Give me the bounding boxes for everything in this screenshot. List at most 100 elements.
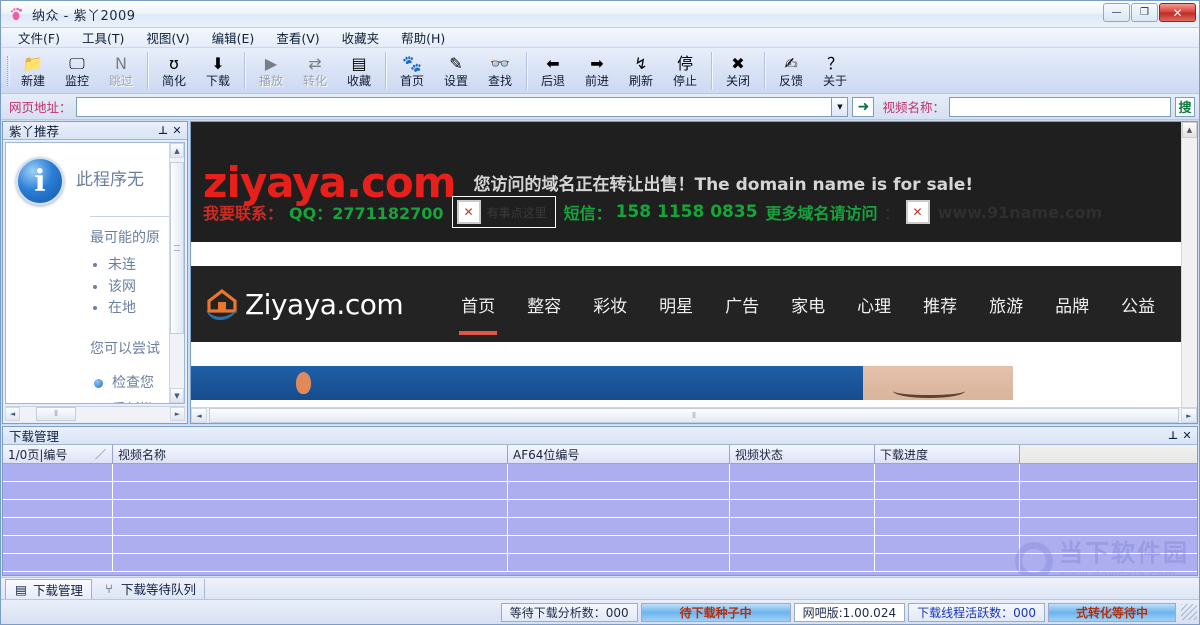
pin-icon[interactable]: ⊥ bbox=[156, 124, 170, 138]
scroll-thumb[interactable] bbox=[170, 162, 184, 334]
bh-thumb[interactable]: ⦀ bbox=[209, 408, 1179, 423]
site-nav-item-5[interactable]: 家电 bbox=[775, 286, 841, 323]
search-button[interactable]: 搜 bbox=[1175, 96, 1195, 117]
toolbar-button-simplify[interactable]: ʊ 简化 bbox=[152, 48, 196, 93]
menu-inspect[interactable]: 查看(V) bbox=[265, 27, 330, 48]
toolbar-button-label: 查找 bbox=[487, 74, 512, 89]
scroll-right-icon[interactable]: ► bbox=[1181, 408, 1197, 423]
toolbar-button-label: 首页 bbox=[399, 74, 424, 89]
tab-download-queue[interactable]: ⑂ 下载等待队列 bbox=[94, 578, 206, 599]
site-nav-item-9[interactable]: 品牌 bbox=[1039, 286, 1105, 323]
toolbar-button-home[interactable]: 🐾 首页 bbox=[390, 48, 434, 93]
table-cell bbox=[508, 482, 730, 499]
table-column-header-0[interactable]: 1/0页|编号 ／ bbox=[3, 445, 113, 463]
pin-icon[interactable]: ⊥ bbox=[1166, 429, 1180, 443]
bh-track[interactable]: ⦀ bbox=[207, 408, 1181, 423]
close-icon[interactable]: ✕ bbox=[1180, 429, 1194, 443]
minimize-button[interactable]: — bbox=[1103, 3, 1130, 22]
scroll-left-icon[interactable]: ◄ bbox=[5, 407, 20, 421]
ad-sms-number: 158 1158 0835 bbox=[615, 202, 758, 222]
table-cell bbox=[3, 518, 113, 535]
toolbar-button-label: 设置 bbox=[443, 74, 468, 89]
scroll-down-icon[interactable]: ▼ bbox=[170, 388, 184, 403]
site-nav-item-10[interactable]: 公益 bbox=[1105, 286, 1171, 323]
site-nav-item-3[interactable]: 明星 bbox=[643, 286, 709, 323]
close-button[interactable]: ✕ bbox=[1159, 3, 1196, 22]
table-column-header-4[interactable]: 下载进度 bbox=[875, 445, 1020, 463]
table-column-header-1[interactable]: 视频名称 bbox=[113, 445, 508, 463]
table-column-header-3[interactable]: 视频状态 bbox=[730, 445, 875, 463]
scroll-left-icon[interactable]: ◄ bbox=[191, 408, 207, 423]
site-nav-item-6[interactable]: 心理 bbox=[841, 286, 907, 323]
toolbar-button-feedback[interactable]: ✍ 反馈 bbox=[769, 48, 813, 93]
scroll-right-icon[interactable]: ► bbox=[170, 407, 185, 421]
browser-vertical-scrollbar[interactable]: ▲ bbox=[1181, 122, 1197, 407]
table-cell bbox=[730, 464, 875, 481]
toolbar-button-stop[interactable]: 停停止 bbox=[663, 48, 707, 93]
site-nav-item-8[interactable]: 旅游 bbox=[973, 286, 1039, 323]
maximize-button[interactable]: ❐ bbox=[1131, 3, 1158, 22]
toolbar-button-favorite[interactable]: ▤ 收藏 bbox=[337, 48, 381, 93]
site-nav-item-2[interactable]: 彩妆 bbox=[577, 286, 643, 323]
url-input[interactable] bbox=[75, 96, 832, 117]
tab-download-manager[interactable]: ▤ 下载管理 bbox=[5, 578, 93, 599]
toolbar-button-download[interactable]: ⬇ 下载 bbox=[196, 48, 240, 93]
chevron-down-icon[interactable]: ▼ bbox=[831, 96, 849, 117]
table-cell bbox=[508, 536, 730, 553]
site-nav-item-4[interactable]: 广告 bbox=[709, 286, 775, 323]
scroll-track[interactable] bbox=[170, 158, 184, 388]
menu-edit[interactable]: 编辑(E) bbox=[201, 27, 266, 48]
broken-image-placeholder-1[interactable]: ✕ 有事点这里 bbox=[451, 196, 556, 228]
table-row[interactable] bbox=[3, 536, 1197, 554]
menu-view[interactable]: 视图(V) bbox=[135, 27, 200, 48]
error-heading: 此程序无 bbox=[76, 170, 144, 190]
toolbar-button-find[interactable]: 👓 查找 bbox=[478, 48, 522, 93]
menu-file[interactable]: 文件(F) bbox=[7, 27, 71, 48]
hscroll-thumb[interactable]: ⦀ bbox=[36, 407, 76, 421]
site-nav-item-0[interactable]: 首页 bbox=[445, 286, 511, 335]
site-header: Ziyaya.com 首页整容彩妆明星广告家电心理推荐旅游品牌公益交通 bbox=[191, 266, 1197, 342]
convert-icon: ⇄ bbox=[308, 54, 322, 74]
menu-favorites[interactable]: 收藏夹 bbox=[331, 27, 391, 48]
toolbar-button-about[interactable]: ？关于 bbox=[813, 48, 857, 93]
table-row[interactable] bbox=[3, 464, 1197, 482]
table-row[interactable] bbox=[3, 518, 1197, 536]
dock-vertical-scrollbar[interactable]: ▲ ▼ bbox=[169, 143, 184, 403]
table-cell bbox=[508, 518, 730, 535]
hero-rest-block bbox=[1013, 366, 1197, 400]
table-cell bbox=[875, 518, 1020, 535]
toolbar-button-monitor[interactable]: 🖵 监控 bbox=[55, 48, 99, 93]
site-nav-item-7[interactable]: 推荐 bbox=[907, 286, 973, 323]
settings-pencil-icon: ✎ bbox=[449, 54, 463, 74]
scroll-up-icon[interactable]: ▲ bbox=[170, 143, 184, 158]
go-button[interactable]: ➜ bbox=[852, 96, 875, 117]
video-name-input[interactable] bbox=[949, 96, 1171, 117]
error-action-item[interactable]: 检查您 bbox=[94, 370, 174, 397]
toolbar-separator bbox=[526, 52, 527, 89]
toolbar-button-back[interactable]: ⬅ 后退 bbox=[531, 48, 575, 93]
table-cell-filler bbox=[1020, 518, 1197, 535]
dock-horizontal-scrollbar[interactable]: ◄ ⦀ ► bbox=[5, 406, 185, 421]
close-icon[interactable]: ✕ bbox=[170, 124, 184, 138]
hscroll-track[interactable]: ⦀ bbox=[20, 407, 170, 421]
toolbar-button-settings[interactable]: ✎ 设置 bbox=[434, 48, 478, 93]
menu-tools[interactable]: 工具(T) bbox=[71, 27, 135, 48]
error-action-item[interactable]: 重新键 bbox=[94, 397, 174, 403]
toolbar-button-new[interactable]: 📁 新建 bbox=[11, 48, 55, 93]
menu-help[interactable]: 帮助(H) bbox=[390, 27, 456, 48]
toolbar-separator bbox=[147, 52, 148, 89]
browser-horizontal-scrollbar[interactable]: ◄ ⦀ ► bbox=[191, 407, 1197, 423]
site-nav-item-1[interactable]: 整容 bbox=[511, 286, 577, 323]
toolbar-button-forward[interactable]: ➡ 前进 bbox=[575, 48, 619, 93]
table-row[interactable] bbox=[3, 554, 1197, 572]
scroll-up-icon[interactable]: ▲ bbox=[1182, 122, 1197, 138]
broken-image-icon-2[interactable]: ✕ bbox=[905, 200, 930, 224]
table-row[interactable] bbox=[3, 500, 1197, 518]
table-column-header-2[interactable]: AF64位编号 bbox=[508, 445, 730, 463]
table-row[interactable] bbox=[3, 482, 1197, 500]
toolbar-button-close[interactable]: ✖ 关闭 bbox=[716, 48, 760, 93]
table-cell bbox=[730, 536, 875, 553]
toolbar-button-refresh[interactable]: ↯ 刷新 bbox=[619, 48, 663, 93]
resize-grip[interactable] bbox=[1181, 604, 1197, 620]
toolbar-button-label: 前进 bbox=[584, 74, 609, 89]
